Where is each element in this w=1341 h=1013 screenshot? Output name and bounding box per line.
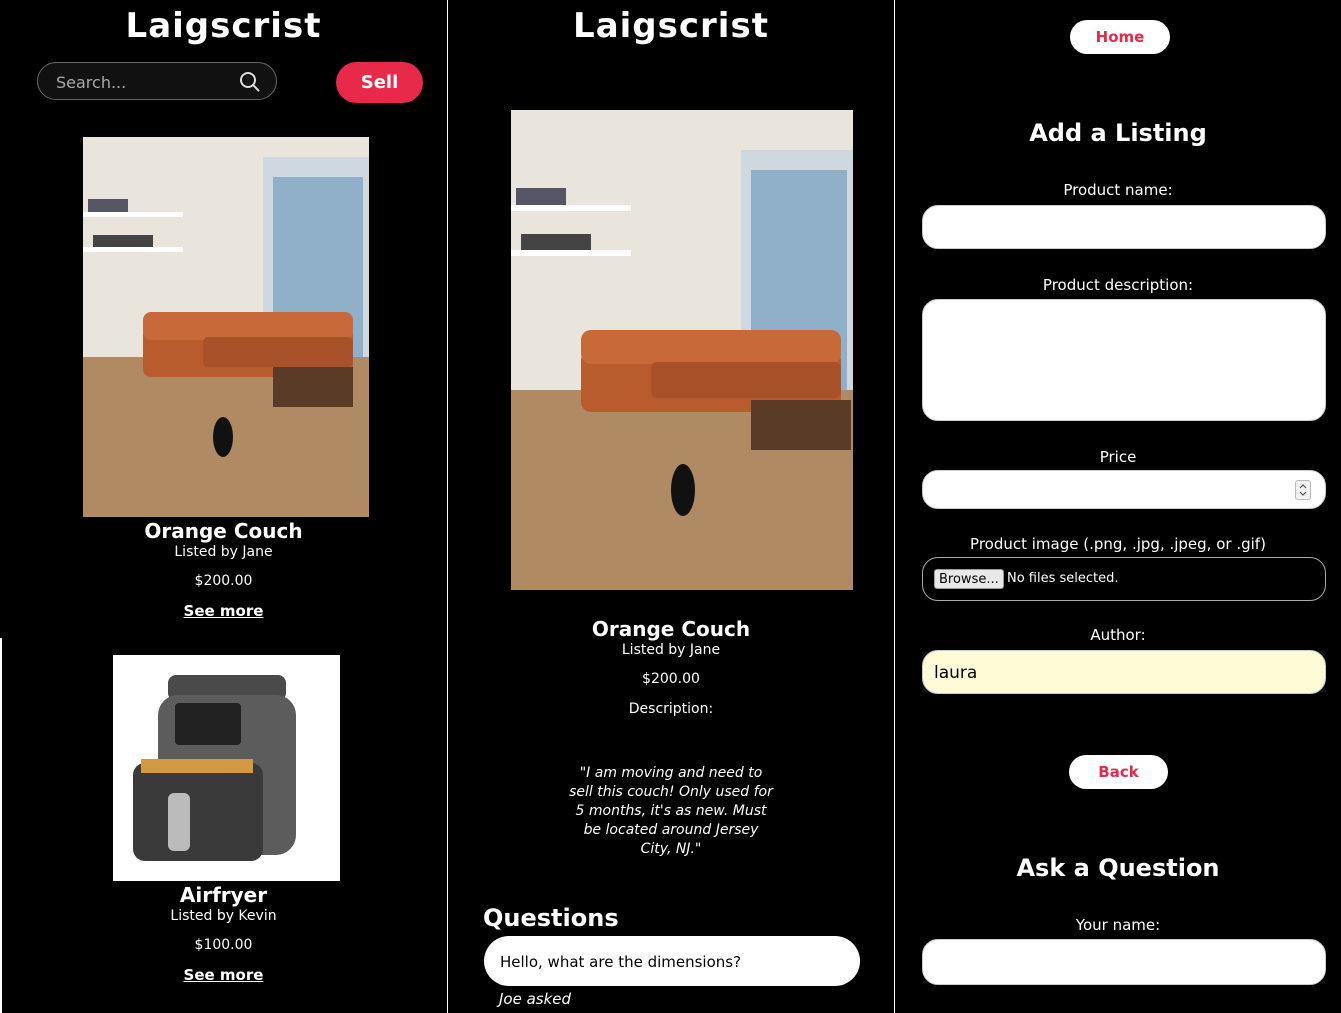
detail-title: Orange Couch (591, 617, 751, 641)
browse-button[interactable]: Browse... (934, 569, 1004, 589)
author-input[interactable]: laura (922, 650, 1326, 694)
author-label: Author: (1090, 626, 1146, 644)
item-title: Orange Couch (144, 519, 303, 543)
ask-question-heading: Ask a Question (1016, 854, 1220, 882)
detail-listed-by: Listed by Jane (621, 642, 721, 658)
airfryer-photo[interactable] (113, 655, 340, 881)
your-name-input[interactable] (922, 939, 1326, 985)
see-more-link[interactable]: See more (0, 602, 447, 620)
product-image-input[interactable]: Browse... No files selected. (922, 557, 1326, 601)
your-name-label: Your name: (1075, 916, 1161, 934)
product-description-label: Product description: (1042, 276, 1194, 294)
search-input[interactable] (54, 72, 228, 93)
description-label: Description: (628, 701, 714, 717)
see-more-link[interactable]: See more (0, 966, 447, 984)
brand-title: Laigscrist (125, 6, 322, 46)
search-icon[interactable] (238, 70, 262, 98)
product-name-label: Product name: (1063, 181, 1173, 199)
home-button[interactable]: Home (1070, 20, 1170, 54)
author-value: laura (934, 663, 978, 683)
couch-photo[interactable] (83, 137, 369, 517)
couch-photo (511, 110, 853, 590)
price-label: Price (1099, 448, 1137, 466)
item-title: Airfryer (179, 883, 268, 907)
item-listed-by: Listed by Kevin (170, 908, 277, 924)
product-description-textarea[interactable] (922, 299, 1326, 421)
brand-title: Laigscrist (573, 6, 769, 46)
spinner-icon[interactable] (1295, 480, 1311, 500)
add-listing-panel: Home Add a Listing Product name: Product… (895, 0, 1341, 1013)
item-price: $200.00 (194, 573, 253, 589)
product-image-label: Product image (.png, .jpg, .jpeg, or .gi… (970, 535, 1266, 553)
back-button[interactable]: Back (1069, 755, 1168, 789)
search-bar[interactable] (37, 62, 277, 100)
divider (0, 638, 2, 1013)
detail-price: $200.00 (642, 671, 700, 687)
item-price: $100.00 (194, 937, 253, 953)
listings-panel: Laigscrist Sell Orange Couch Listed by J… (0, 0, 447, 1013)
description-text: "I am moving and need to sell this couch… (569, 765, 773, 857)
no-files-text: No files selected. (1007, 571, 1119, 586)
question-bubble: Hello, what are the dimensions? (484, 936, 860, 986)
product-name-input[interactable] (922, 205, 1326, 249)
questions-heading: Questions (483, 904, 619, 932)
detail-panel: Laigscrist Orange Couch Listed by Jane $… (448, 0, 894, 1013)
item-listed-by: Listed by Jane (174, 544, 273, 560)
question-asker: Joe asked (499, 990, 572, 1008)
price-input[interactable] (922, 470, 1326, 509)
add-listing-heading: Add a Listing (1029, 119, 1207, 147)
sell-button[interactable]: Sell (336, 62, 423, 103)
